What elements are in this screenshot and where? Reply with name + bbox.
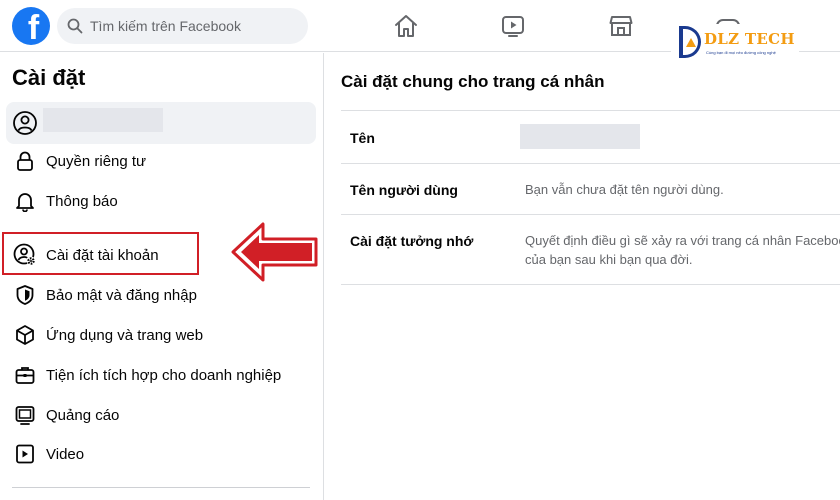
sidebar-item-apps[interactable]: Ứng dụng và trang web	[6, 316, 316, 354]
row-divider	[341, 284, 840, 285]
profile-name-redacted	[43, 108, 163, 132]
row-label-memorialization: Cài đặt tưởng nhớ	[350, 233, 474, 249]
content-divider	[341, 110, 840, 111]
video-icon	[12, 441, 38, 467]
sidebar-item-label: Ứng dụng và trang web	[46, 326, 204, 344]
shield-icon	[12, 282, 38, 308]
row-label-name: Tên	[350, 130, 375, 146]
search-box[interactable]: Tìm kiếm trên Facebook	[57, 8, 308, 44]
page-title: Cài đặt chung cho trang cá nhân	[341, 72, 605, 91]
sidebar-item-label: Bảo mật và đăng nhập	[46, 286, 197, 304]
sidebar-divider	[12, 487, 310, 488]
sidebar-item-notifications[interactable]: Thông báo	[6, 182, 316, 220]
sidebar-item-privacy[interactable]: Quyền riêng tư	[6, 142, 316, 180]
sidebar-item-label: Video	[46, 445, 85, 463]
profile-row[interactable]	[6, 102, 316, 144]
facebook-logo-icon[interactable]: f	[12, 7, 50, 45]
search-input[interactable]: Tìm kiếm trên Facebook	[90, 18, 241, 34]
dlz-tech-watermark: DLZ TECH Cùng bạn đi mọi nẻo đường công …	[671, 24, 799, 64]
home-icon[interactable]	[392, 12, 420, 40]
ad-icon	[12, 402, 38, 428]
sidebar-title: Cài đặt	[12, 65, 86, 90]
cube-icon	[12, 322, 38, 348]
row-divider	[341, 163, 840, 164]
row-label-username: Tên người dùng	[350, 182, 458, 198]
red-arrow-icon	[231, 222, 318, 282]
sidebar-item-label: Quyền riêng tư	[46, 152, 147, 170]
memorialization-value[interactable]: Quyết định điều gì sẽ xảy ra với trang c…	[525, 231, 840, 269]
name-value-redacted[interactable]	[520, 124, 640, 149]
dlz-logo-icon	[679, 26, 701, 58]
bell-icon	[12, 188, 38, 214]
username-value[interactable]: Bạn vẫn chưa đặt tên người dùng.	[525, 180, 840, 199]
lock-icon	[12, 148, 38, 174]
sidebar-item-ads[interactable]: Quảng cáo	[6, 396, 316, 434]
sidebar-item-label: Tiện ích tích hợp cho doanh nghiệp	[46, 366, 282, 384]
watermark-tagline: Cùng bạn đi mọi nẻo đường công nghệ	[706, 50, 776, 55]
user-circle-icon	[13, 111, 37, 135]
sidebar-item-video[interactable]: Video	[6, 435, 316, 473]
marketplace-icon[interactable]	[607, 12, 635, 40]
sidebar-item-label: Quảng cáo	[46, 406, 120, 424]
watermark-name: DLZ TECH	[704, 30, 795, 48]
briefcase-icon	[12, 362, 38, 388]
sidebar-item-business-integrations[interactable]: Tiện ích tích hợp cho doanh nghiệp	[6, 356, 316, 394]
search-icon	[67, 18, 83, 34]
watch-icon[interactable]	[499, 12, 527, 40]
sidebar-item-label: Thông báo	[46, 192, 118, 210]
highlight-box	[2, 232, 199, 275]
row-divider	[341, 214, 840, 215]
